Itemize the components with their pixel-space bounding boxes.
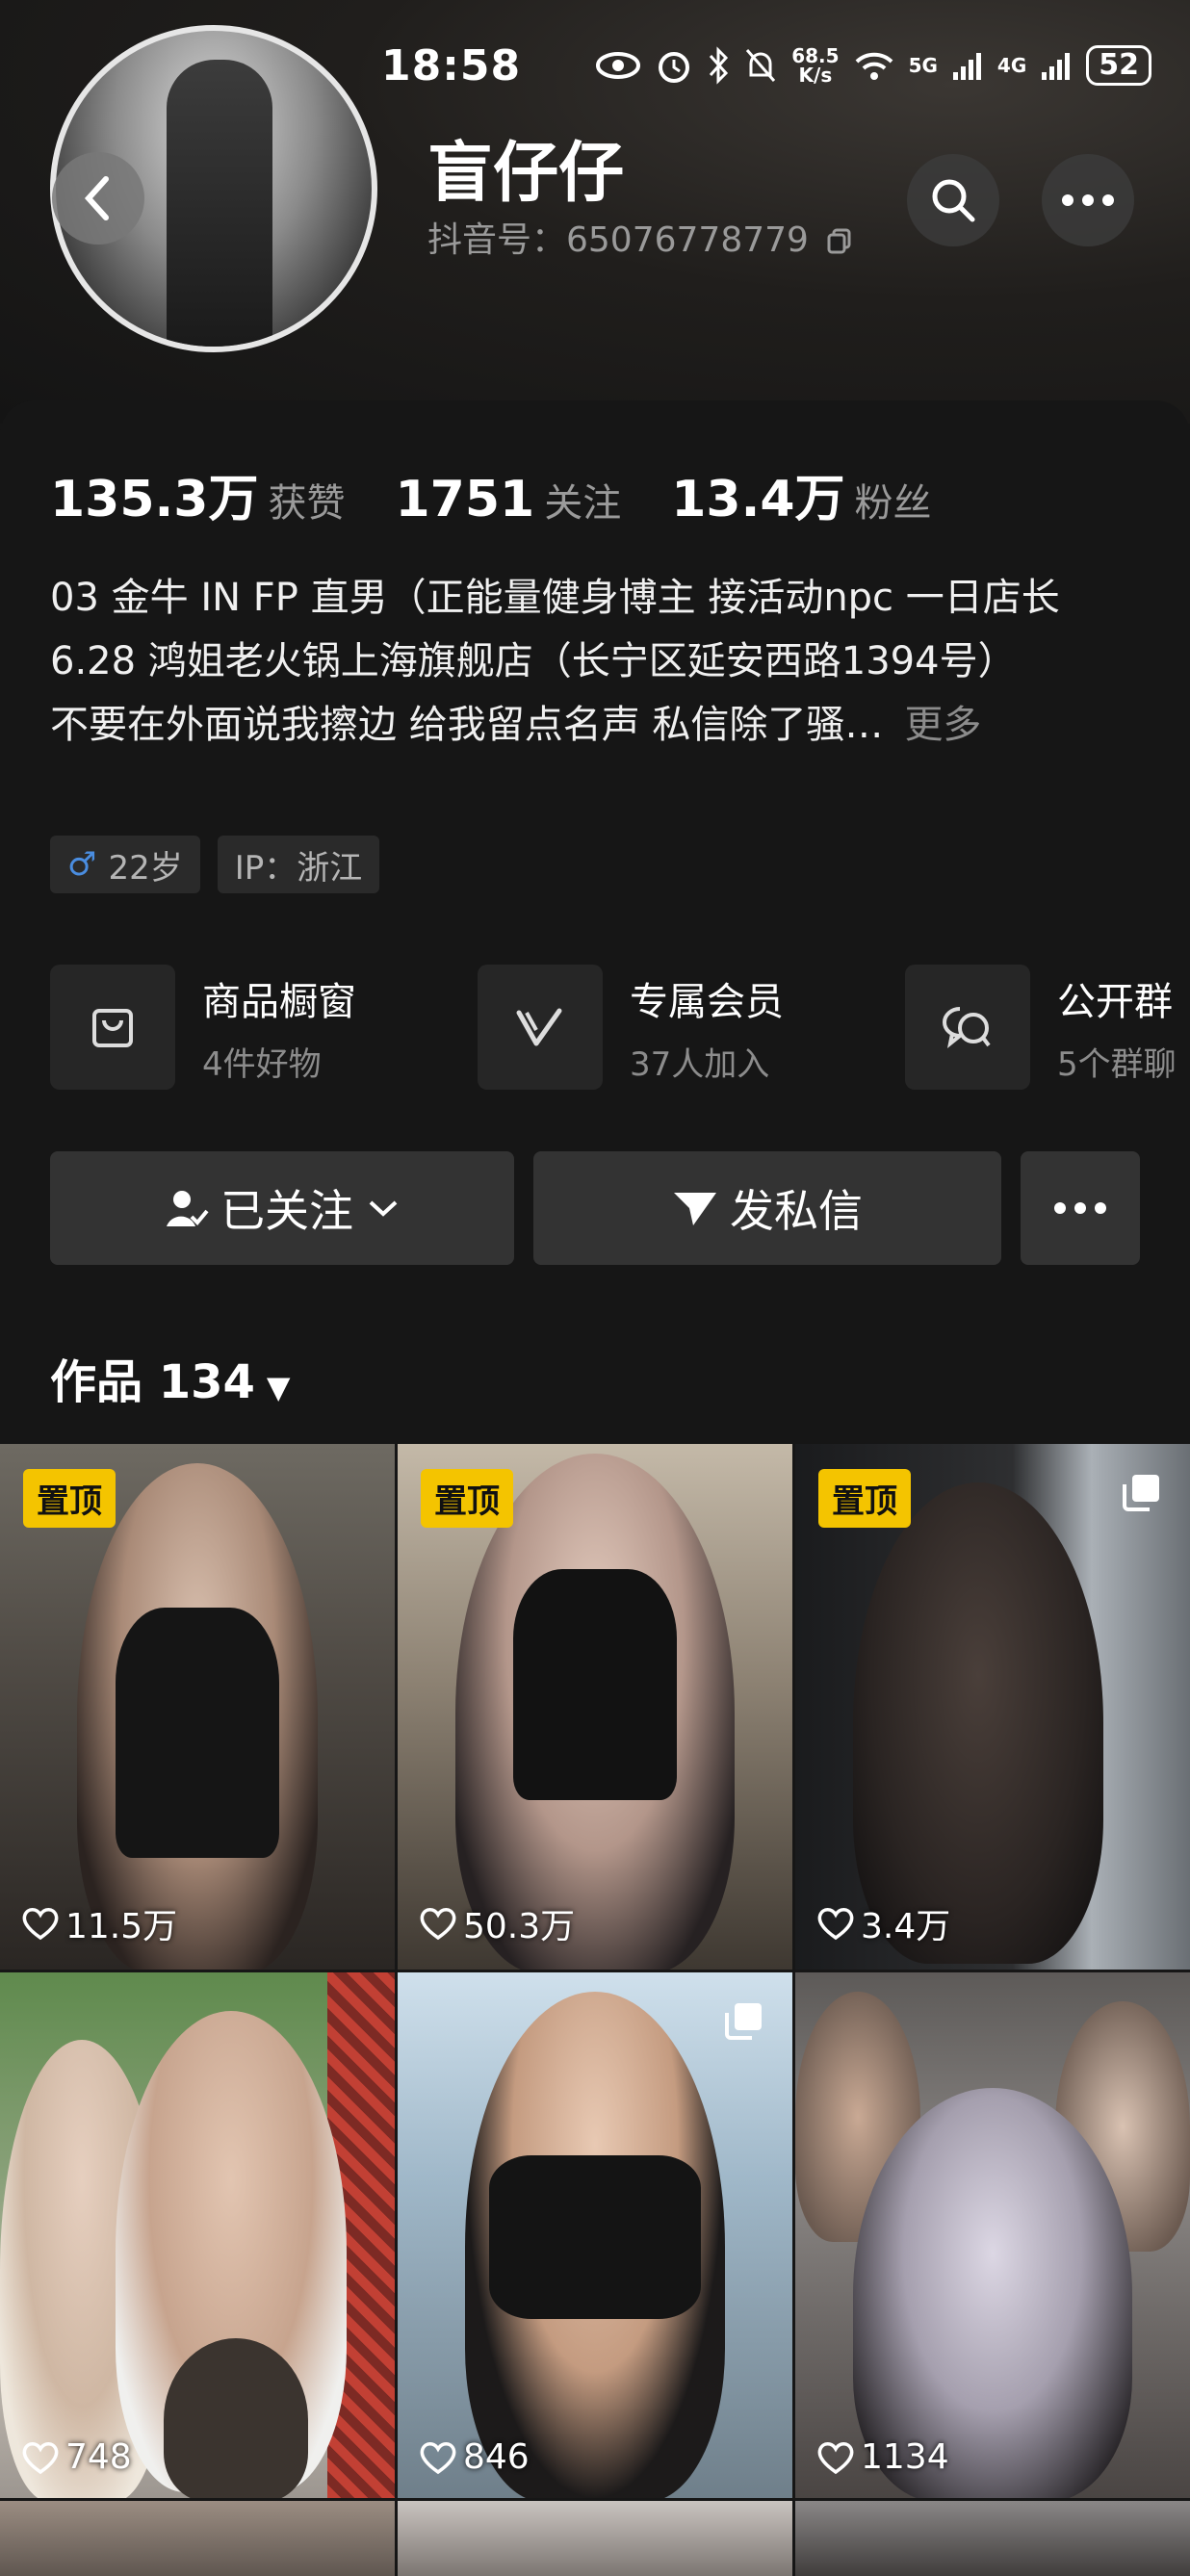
video-thumbnail[interactable]: 置顶 50.3万 [398, 1444, 792, 1970]
feature-title: 商品橱窗 [202, 979, 356, 1024]
stats-row: 135.3万 获赞 1751 关注 13.4万 粉丝 [50, 458, 982, 530]
heart-icon [420, 1908, 456, 1941]
send-icon [674, 1193, 716, 1225]
chevron-down-icon [369, 1200, 398, 1217]
net-speed: 68.5 K/s [791, 44, 840, 87]
following-count[interactable]: 1751 [395, 471, 534, 528]
video-thumbnail[interactable]: 846 [398, 1972, 792, 2498]
bio-line: 6.28 鸿姐老火锅上海旗舰店（长宁区延安西路1394号） [50, 639, 1017, 683]
group-chat-icon [905, 965, 1030, 1090]
feature-subtitle: 5个群聊 [1057, 1044, 1177, 1084]
works-tab[interactable]: 作品 134 ▼ [50, 1344, 291, 1411]
video-thumbnail[interactable]: 748 [0, 1972, 395, 2498]
bio: 03 金牛 IN FP 直男（正能量健身博主 接活动npc 一日店长 6.28 … [50, 566, 1148, 757]
multi-image-icon [725, 2003, 762, 2040]
eye-icon [596, 52, 641, 79]
heart-icon [817, 2441, 854, 2474]
alarm-icon [659, 52, 690, 83]
more-dots-icon [1062, 194, 1114, 206]
followers-count[interactable]: 13.4万 [671, 458, 844, 530]
user-check-icon [167, 1191, 209, 1226]
male-icon: ♂ [67, 845, 97, 884]
like-count: 1134 [816, 2437, 949, 2477]
status-bar: 18:58 68.5 K/s 5G 4G 52 [381, 39, 1151, 92]
profile-name: 盲仔仔 [427, 136, 625, 212]
signal-icon-2 [1042, 53, 1071, 80]
copy-icon[interactable] [825, 226, 854, 255]
sim2-label: 4G [996, 54, 1027, 77]
like-count: 846 [419, 2437, 530, 2477]
followers-label: 粉丝 [854, 481, 932, 526]
likes-label: 获赞 [268, 481, 346, 526]
wifi-icon [855, 52, 892, 80]
ip-tag: IP：浙江 [217, 836, 380, 893]
video-thumbnail[interactable]: 1134 [795, 1972, 1190, 2498]
chevron-left-icon [84, 176, 109, 220]
feature-title: 专属会员 [630, 979, 784, 1024]
age-tag: ♂ 22岁 [50, 836, 200, 893]
action-more-button[interactable] [1021, 1151, 1140, 1265]
following-label: 关注 [544, 481, 622, 526]
video-thumbnail[interactable]: 置顶 11.5万 [0, 1444, 395, 1970]
status-time: 18:58 [381, 40, 522, 90]
heart-icon [22, 1908, 59, 1941]
heart-icon [817, 1908, 854, 1941]
header-more-button[interactable] [1042, 154, 1134, 246]
multi-image-icon [1123, 1475, 1159, 1511]
bluetooth-icon [710, 46, 729, 85]
bio-line: 不要在外面说我擦边 给我留点名声 私信除了骚… 更多 [50, 703, 982, 747]
like-count: 3.4万 [816, 1898, 950, 1948]
back-button[interactable] [52, 152, 144, 245]
douyin-id[interactable]: 抖音号：65076778779 [427, 212, 854, 262]
pinned-badge: 置顶 [421, 1469, 513, 1528]
profile-header: 18:58 68.5 K/s 5G 4G 52 盲仔仔 抖音号：650767787… [0, 0, 1190, 424]
search-icon [932, 179, 975, 222]
avatar-figure [167, 60, 272, 347]
vip-v-icon [478, 965, 603, 1090]
feature-title: 公开群 [1057, 979, 1173, 1024]
shopping-bag-icon [50, 965, 175, 1090]
video-thumbnail[interactable]: 置顶 3.4万 [795, 1444, 1190, 1970]
tags-row: ♂ 22岁 IP：浙江 [50, 836, 380, 893]
feature-membership[interactable]: 专属会员 37人加入 [478, 965, 784, 1090]
feature-subtitle: 37人加入 [630, 1044, 770, 1084]
like-count: 11.5万 [21, 1898, 177, 1948]
more-dots-icon [1054, 1202, 1106, 1214]
video-thumbnail-partial[interactable] [0, 2501, 395, 2576]
likes-count[interactable]: 135.3万 [50, 458, 258, 530]
battery-indicator: 52 [1086, 45, 1151, 86]
like-count: 50.3万 [419, 1898, 575, 1948]
followed-button[interactable]: 已关注 [50, 1151, 514, 1265]
feature-shop-window[interactable]: 商品橱窗 4件好物 [50, 965, 356, 1090]
signal-icon [952, 53, 981, 80]
heart-icon [420, 2441, 456, 2474]
like-count: 748 [21, 2437, 132, 2477]
caret-down-icon: ▼ [266, 1369, 291, 1405]
bio-line: 03 金牛 IN FP 直男（正能量健身博主 接活动npc 一日店长 [50, 576, 1060, 620]
feature-public-group[interactable]: 公开群 5个群聊 [905, 965, 1177, 1090]
heart-icon [22, 2441, 59, 2474]
search-button[interactable] [907, 154, 999, 246]
pinned-badge: 置顶 [23, 1469, 116, 1528]
sim1-label: 5G [908, 54, 938, 77]
feature-subtitle: 4件好物 [202, 1044, 322, 1084]
video-thumbnail-partial[interactable] [795, 2501, 1190, 2576]
video-thumbnail-partial[interactable] [398, 2501, 792, 2576]
feature-entries: 商品橱窗 4件好物 专属会员 37人加入 公开群 5个群聊 [50, 965, 1190, 1099]
send-message-button[interactable]: 发私信 [533, 1151, 1001, 1265]
bio-more-link[interactable]: 更多 [904, 703, 981, 747]
mute-icon [746, 49, 776, 82]
pinned-badge: 置顶 [818, 1469, 911, 1528]
